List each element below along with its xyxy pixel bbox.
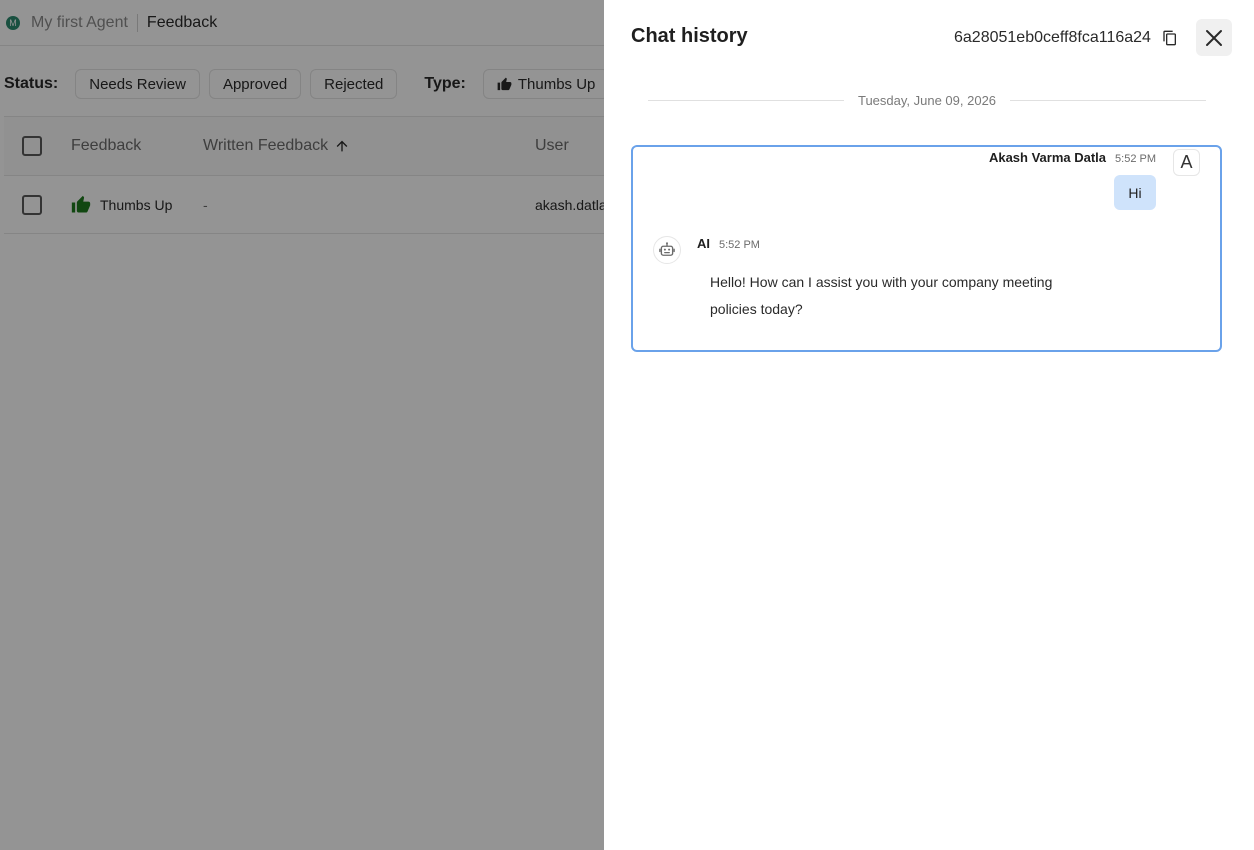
user-message-bubble: Hi bbox=[1114, 175, 1156, 210]
session-id: 6a28051eb0ceff8fca116a24 bbox=[954, 29, 1151, 46]
copy-icon[interactable] bbox=[1161, 29, 1179, 47]
close-icon bbox=[1205, 29, 1223, 47]
ai-message-text: Hello! How can I assist you with your co… bbox=[710, 274, 1053, 317]
ai-message-header: AI 5:52 PM bbox=[697, 236, 760, 251]
conversation-date: Tuesday, June 09, 2026 bbox=[857, 92, 997, 108]
conversation-card[interactable]: Akash Varma Datla 5:52 PM A Hi AI 5:52 P… bbox=[631, 145, 1222, 352]
chat-history-drawer: Chat history 6a28051eb0ceff8fca116a24 Tu… bbox=[604, 0, 1254, 850]
user-name: Akash Varma Datla bbox=[988, 150, 1107, 165]
message-time: 5:52 PM bbox=[719, 239, 760, 251]
ai-name: AI bbox=[697, 236, 710, 251]
date-divider: Tuesday, June 09, 2026 bbox=[648, 91, 1207, 109]
divider-line bbox=[1010, 99, 1207, 101]
drawer-title: Chat history bbox=[631, 25, 748, 47]
divider-line bbox=[648, 99, 844, 101]
user-avatar: A bbox=[1173, 149, 1200, 176]
user-message-header: Akash Varma Datla 5:52 PM bbox=[989, 150, 1156, 165]
close-button[interactable] bbox=[1196, 19, 1232, 56]
message-time: 5:52 PM bbox=[1115, 153, 1156, 165]
robot-icon bbox=[653, 236, 681, 264]
